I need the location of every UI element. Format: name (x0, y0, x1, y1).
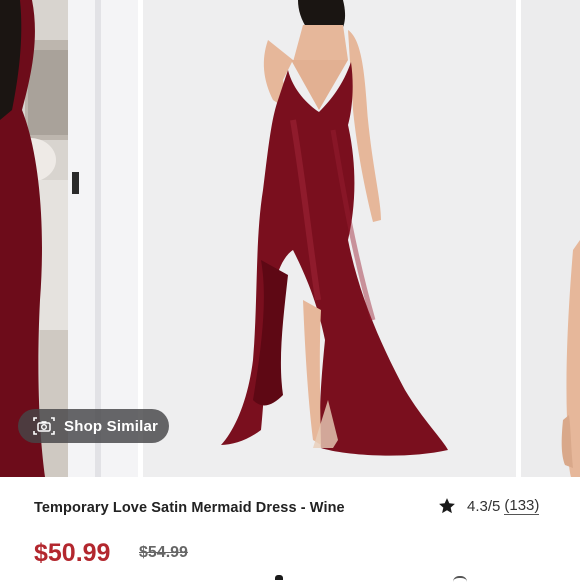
shop-similar-button[interactable]: Shop Similar (18, 409, 169, 443)
product-photo-previous[interactable] (0, 0, 138, 477)
product-photo-main[interactable] (143, 0, 516, 477)
rating-value: 4.3/5 (467, 497, 501, 515)
product-info: Temporary Love Satin Mermaid Dress - Win… (0, 477, 580, 580)
shop-similar-label: Shop Similar (64, 417, 159, 435)
review-count-link[interactable]: (133) (504, 497, 540, 515)
star-icon (439, 498, 455, 514)
more-options-icon[interactable] (275, 575, 283, 580)
product-rating[interactable]: 4.3/5 (133) (438, 497, 540, 515)
product-title: Temporary Love Satin Mermaid Dress - Win… (34, 500, 345, 516)
original-price: $54.99 (139, 544, 188, 561)
product-photo-next[interactable] (521, 0, 580, 477)
partial-icon (453, 576, 467, 582)
camera-icon (33, 417, 55, 435)
sale-price: $50.99 (34, 539, 111, 567)
product-image-carousel[interactable]: Shop Similar (0, 0, 580, 477)
